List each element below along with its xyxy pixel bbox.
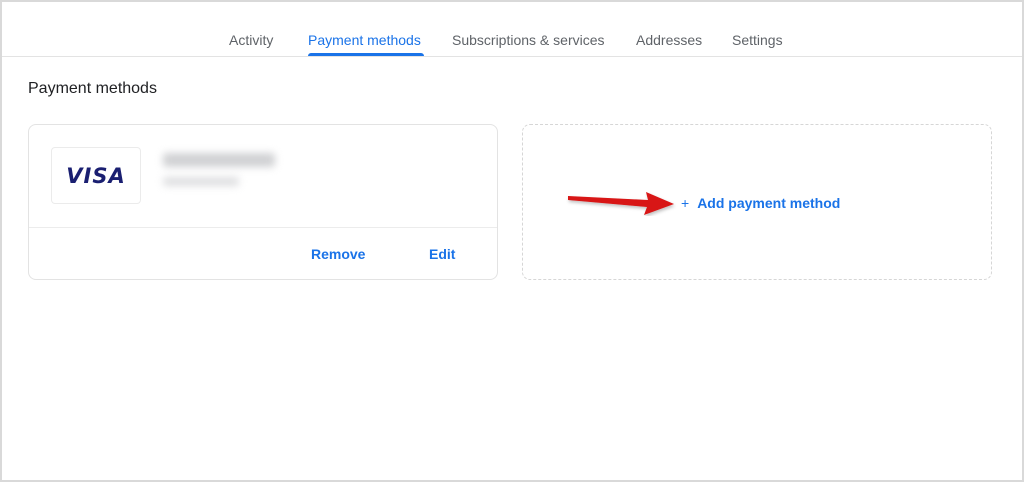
tab-payment-methods-label: Payment methods	[308, 32, 421, 48]
tab-settings-label: Settings	[732, 32, 783, 48]
tab-addresses[interactable]: Addresses	[636, 2, 702, 56]
window-frame: Activity Payment methods Subscriptions &…	[0, 0, 1024, 482]
tab-settings[interactable]: Settings	[732, 2, 783, 56]
card-divider	[29, 227, 497, 228]
tab-subscriptions-services[interactable]: Subscriptions & services	[452, 2, 605, 56]
top-tab-bar: Activity Payment methods Subscriptions &…	[2, 2, 1022, 57]
plus-icon: +	[681, 195, 690, 211]
redacted-card-detail	[163, 177, 239, 186]
tab-addresses-label: Addresses	[636, 32, 703, 48]
page-title: Payment methods	[28, 80, 157, 97]
tab-payment-methods[interactable]: Payment methods	[308, 2, 424, 56]
tab-subscriptions-services-label: Subscriptions & services	[452, 32, 605, 48]
add-payment-method-label: Add payment method	[697, 195, 841, 211]
edit-button[interactable]: Edit	[429, 246, 455, 262]
visa-logo: VISA	[51, 147, 141, 204]
add-payment-method-link[interactable]: + Add payment method	[681, 195, 840, 211]
red-arrow-annotation-icon	[568, 192, 674, 215]
tab-activity-label: Activity	[229, 32, 274, 48]
tab-activity[interactable]: Activity	[229, 2, 273, 56]
payment-method-card: VISA Remove Edit	[28, 124, 498, 280]
active-tab-indicator	[308, 53, 424, 56]
remove-button[interactable]: Remove	[311, 246, 365, 262]
redacted-card-name	[163, 153, 275, 167]
